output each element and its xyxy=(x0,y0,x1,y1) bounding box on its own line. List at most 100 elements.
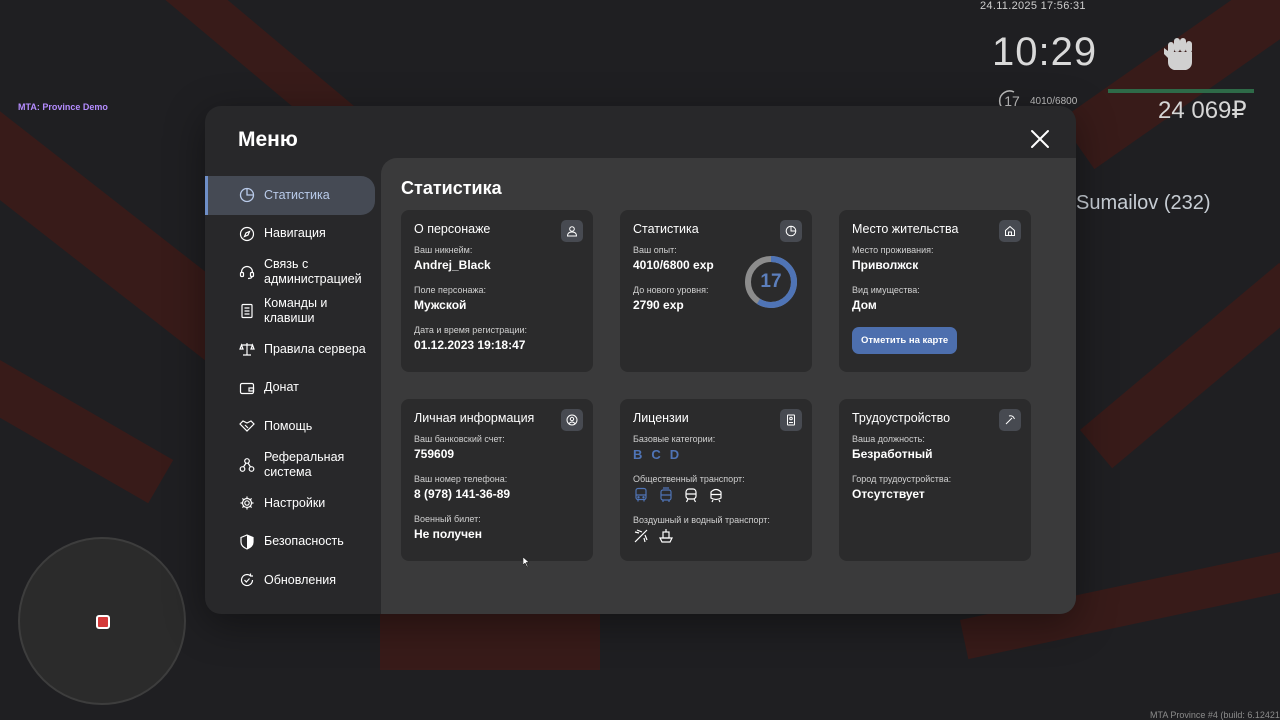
sidebar-item-label: Навигация xyxy=(264,226,326,241)
card-personal: Личная информация Ваш банковский счет: 7… xyxy=(401,399,593,561)
gender-label: Поле персонажа: xyxy=(414,285,487,295)
sidebar-item-updates[interactable]: Обновления xyxy=(205,561,381,600)
page-title: Статистика xyxy=(401,178,502,198)
residence-label: Место проживания: xyxy=(852,245,934,255)
server-label: MTA: Province Demo xyxy=(18,102,108,112)
reg-date-value: 01.12.2023 19:18:47 xyxy=(414,338,526,352)
license-category: D xyxy=(669,447,680,462)
mark-on-map-button[interactable]: Отметить на карте xyxy=(852,327,958,354)
work-city-value: Отсутствует xyxy=(852,487,925,501)
share-icon xyxy=(238,456,255,473)
wallet-icon xyxy=(238,379,255,396)
pie-chart-icon xyxy=(780,220,802,242)
bus-icon xyxy=(635,487,647,502)
shield-icon xyxy=(238,533,255,550)
headset-icon xyxy=(238,264,255,281)
gear-icon xyxy=(238,495,255,512)
trolleybus-icon xyxy=(660,487,672,502)
air-water-label: Воздушный и водный транспорт: xyxy=(633,515,770,525)
pickaxe-icon xyxy=(999,409,1021,431)
sidebar-item-label: Настройки xyxy=(264,495,326,510)
hud-clock: 10:29 xyxy=(992,30,1098,74)
card-statistics: Статистика Ваш опыт: 4010/6800 exp До но… xyxy=(620,210,812,372)
player-nametag: Sumailov (232) xyxy=(1076,192,1211,214)
health-bar xyxy=(1108,89,1254,93)
public-transport-icons xyxy=(633,487,799,503)
bank-label: Ваш банковский счет: xyxy=(414,434,505,444)
hud-money: 24 069₽ xyxy=(1158,97,1247,124)
property-label: Вид имущества: xyxy=(852,285,920,295)
sidebar-item-label: Донат xyxy=(264,380,299,395)
gender-value: Мужской xyxy=(414,298,467,312)
card-title: Статистика xyxy=(633,222,699,236)
military-label: Военный билет: xyxy=(414,514,481,524)
card-title: Место жительства xyxy=(852,222,959,236)
fist-icon xyxy=(1162,34,1198,74)
exp-label: Ваш опыт: xyxy=(633,245,677,255)
residence-value: Приволжск xyxy=(852,258,919,272)
sidebar-item-donate[interactable]: Донат xyxy=(205,369,381,408)
air-water-icons xyxy=(633,528,799,544)
sidebar-item-help[interactable]: Помощь xyxy=(205,407,381,446)
sidebar-item-statistics[interactable]: Статистика xyxy=(205,176,375,215)
level-number: 17 xyxy=(760,271,782,292)
document-icon xyxy=(238,302,255,319)
military-value: Не получен xyxy=(414,527,482,541)
card-residence: Место жительства Место проживания: Приво… xyxy=(839,210,1031,372)
sidebar-item-label: Команды и клавиши xyxy=(264,295,328,325)
sidebar-item-label: Помощь xyxy=(264,418,313,433)
menu-window: Меню Статистика Навигация Связь с админи… xyxy=(205,106,1076,614)
build-label: MTA Province #4 (build: 6.12421.1) xyxy=(1150,710,1280,720)
card-title: Лицензии xyxy=(633,411,689,425)
card-title: О персонаже xyxy=(414,222,491,236)
pie-chart-icon xyxy=(238,187,255,204)
plane-icon xyxy=(634,529,648,543)
phone-value: 8 (978) 141-36-89 xyxy=(414,487,511,501)
sidebar-item-rules[interactable]: Правила сервера xyxy=(205,330,381,369)
license-categories: B C D xyxy=(633,447,799,462)
sidebar-item-label: Связь с администрацией xyxy=(264,257,362,287)
card-licenses: Лицензии Базовые категории: B C D Общест… xyxy=(620,399,812,561)
sidebar-item-security[interactable]: Безопасность xyxy=(205,523,381,562)
license-card-icon xyxy=(780,409,802,431)
sidebar-item-settings[interactable]: Настройки xyxy=(205,484,381,523)
base-categories-label: Базовые категории: xyxy=(633,434,716,444)
public-transport-label: Общественный транспорт: xyxy=(633,474,745,484)
user-icon xyxy=(561,220,583,242)
license-category: C xyxy=(651,447,661,462)
sidebar-item-referral[interactable]: Реферальная система xyxy=(205,446,381,485)
player-marker-icon xyxy=(96,615,110,629)
scales-icon xyxy=(238,341,255,358)
statistics-panel: Статистика О персонаже Ваш никнейм: Andr… xyxy=(381,158,1076,614)
train-icon xyxy=(710,488,722,503)
position-label: Ваша должность: xyxy=(852,434,925,444)
position-value: Безработный xyxy=(852,447,933,461)
sidebar-item-label: Безопасность xyxy=(264,534,344,549)
card-character: О персонаже Ваш никнейм: Andrej_Black По… xyxy=(401,210,593,372)
property-value: Дом xyxy=(852,298,877,312)
handshake-icon xyxy=(238,418,255,435)
user-circle-icon xyxy=(561,409,583,431)
close-icon xyxy=(1031,130,1049,148)
card-employment: Трудоустройство Ваша должность: Безработ… xyxy=(839,399,1031,561)
sidebar-item-commands[interactable]: Команды и клавиши xyxy=(205,292,381,331)
bank-value: 759609 xyxy=(414,447,455,461)
menu-title: Меню xyxy=(238,128,298,151)
sidebar-item-label: Правила сервера xyxy=(264,341,366,356)
work-city-label: Город трудоустройства: xyxy=(852,474,952,484)
tram-icon xyxy=(685,488,697,503)
sidebar-item-navigation[interactable]: Навигация xyxy=(205,215,381,254)
nickname-value: Andrej_Black xyxy=(414,258,491,272)
sidebar-item-label: Обновления xyxy=(264,572,336,587)
compass-icon xyxy=(238,225,255,242)
mouse-cursor-icon xyxy=(523,557,530,567)
nickname-label: Ваш никнейм: xyxy=(414,245,473,255)
phone-label: Ваш номер телефона: xyxy=(414,474,508,484)
minimap xyxy=(18,537,186,705)
reg-date-label: Дата и время регистрации: xyxy=(414,325,527,335)
sidebar-item-label: Реферальная система xyxy=(264,449,345,479)
sidebar-item-admin-contact[interactable]: Связь с администрацией xyxy=(205,253,381,292)
close-button[interactable] xyxy=(1029,128,1051,150)
level-progress-ring: 17 xyxy=(744,255,798,309)
license-category: B xyxy=(633,447,643,462)
